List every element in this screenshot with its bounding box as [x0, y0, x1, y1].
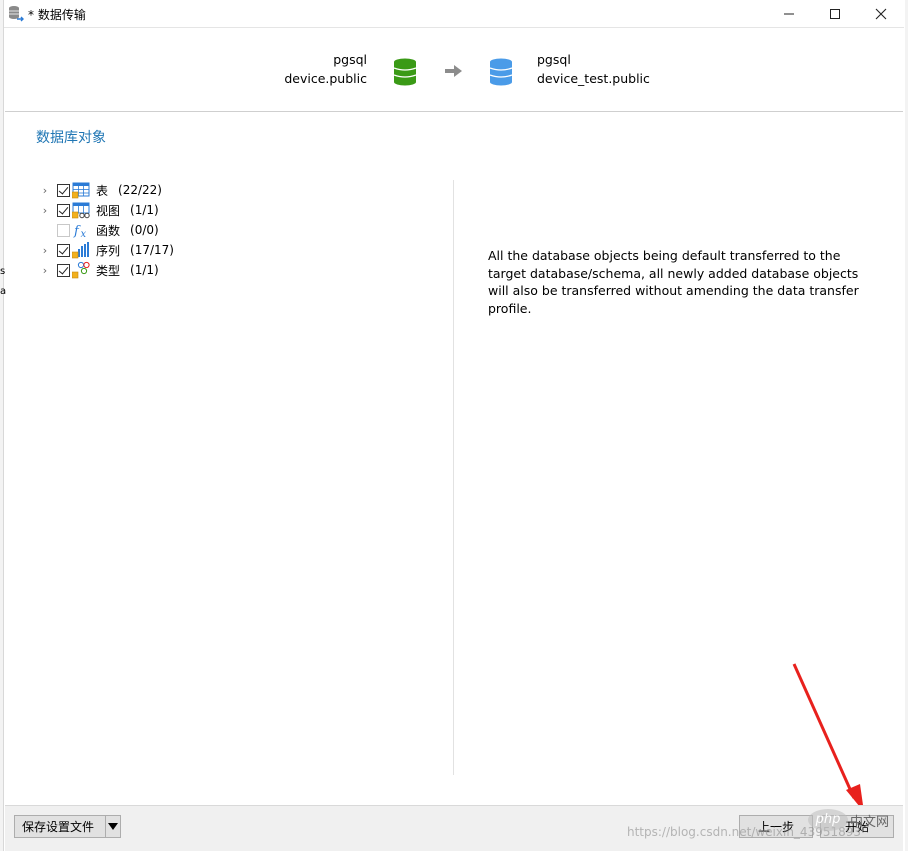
table-icon: [72, 182, 90, 199]
tree-node-count: (1/1): [130, 263, 159, 277]
tree-node-sequences[interactable]: › 序列 (17/17): [36, 240, 446, 260]
types-checkbox[interactable]: [57, 263, 70, 277]
close-button[interactable]: [858, 0, 904, 28]
title-bar: * 数据传输: [4, 0, 904, 28]
php-logo: php: [808, 809, 848, 831]
tree-node-count: (17/17): [130, 243, 174, 257]
section-title: 数据库对象: [36, 130, 106, 146]
maximize-icon: [830, 9, 840, 19]
type-icon: [72, 261, 90, 279]
database-object-tree: › 表 (22/22) › 视图 (1/1) f x 函数 (0/0) › 序列…: [36, 180, 446, 280]
dropdown-arrow-icon: [108, 823, 118, 830]
target-connection-name: pgsql: [537, 52, 571, 67]
tree-node-count: (0/0): [130, 223, 159, 237]
object-description: All the database objects being default t…: [488, 248, 859, 316]
expand-chevron-icon[interactable]: ›: [38, 264, 52, 277]
tree-node-views[interactable]: › 视图 (1/1): [36, 200, 446, 220]
tree-node-count: (22/22): [118, 183, 162, 197]
minimize-icon: [784, 13, 794, 15]
target-database-icon: [489, 58, 513, 86]
save-profile-button[interactable]: 保存设置文件: [14, 815, 106, 838]
annotation-arrow-icon: [792, 663, 864, 812]
source-schema: device.public: [284, 71, 367, 86]
tree-node-label: 表: [96, 183, 109, 198]
php-cn-text: 中文网: [850, 815, 890, 830]
minimize-button[interactable]: [766, 0, 812, 28]
php-cn-watermark: php 中文网: [808, 808, 902, 834]
maximize-button[interactable]: [812, 0, 858, 28]
sequences-checkbox[interactable]: [57, 243, 70, 257]
sequence-icon: [72, 242, 89, 259]
transfer-banner: pgsql device.public pgsql device_test.pu…: [5, 29, 903, 112]
expand-chevron-icon[interactable]: ›: [38, 184, 52, 197]
function-icon: f x: [73, 224, 87, 239]
tree-node-tables[interactable]: › 表 (22/22): [36, 180, 446, 200]
tables-checkbox[interactable]: [57, 183, 70, 197]
tree-node-label: 视图: [96, 203, 121, 218]
transfer-arrow-icon: [445, 65, 462, 77]
pane-splitter[interactable]: [453, 180, 454, 775]
data-transfer-window: sa * 数据传输 pgsql device.public pgsql devi…: [0, 0, 908, 851]
tree-node-types[interactable]: › 类型 (1/1): [36, 260, 446, 280]
window-title: * 数据传输: [28, 8, 86, 22]
close-icon: [875, 8, 887, 20]
tree-node-label: 函数: [96, 223, 121, 238]
background-window-fragment: sa: [0, 266, 7, 297]
save-profile-dropdown[interactable]: [105, 815, 121, 838]
svg-text:x: x: [81, 229, 87, 239]
data-transfer-app-icon: [9, 6, 24, 22]
tree-node-label: 类型: [96, 263, 121, 278]
source-database-icon: [393, 58, 417, 86]
tree-node-functions[interactable]: › f x 函数 (0/0): [36, 220, 446, 240]
expand-chevron-icon[interactable]: ›: [38, 204, 52, 217]
tree-node-label: 序列: [96, 243, 121, 258]
source-connection-name: pgsql: [333, 52, 367, 67]
target-schema: device_test.public: [537, 71, 650, 86]
view-icon: [72, 202, 90, 219]
expand-chevron-icon[interactable]: ›: [38, 244, 52, 257]
views-checkbox[interactable]: [57, 203, 70, 217]
left-window-edge: [0, 0, 4, 851]
functions-checkbox[interactable]: [57, 223, 70, 237]
tree-node-count: (1/1): [130, 203, 159, 217]
